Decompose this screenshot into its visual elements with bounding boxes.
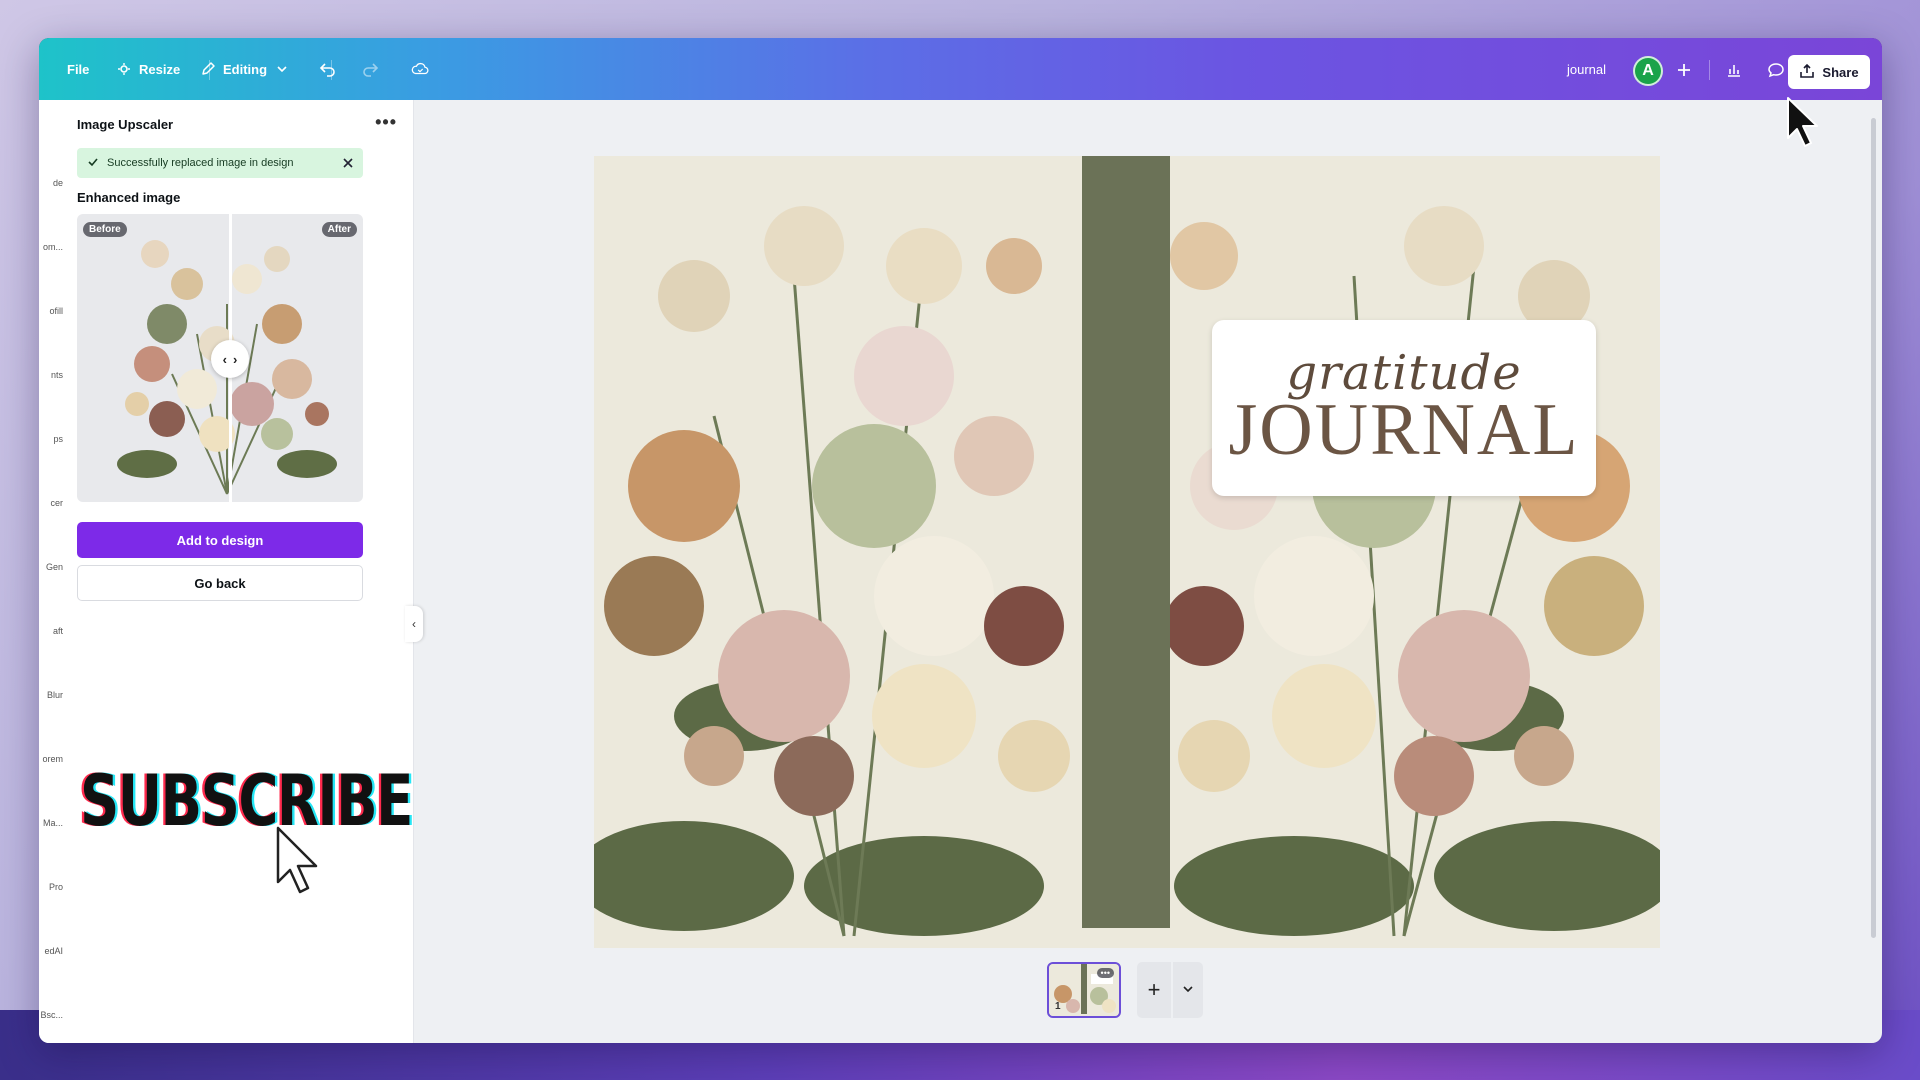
rail-item[interactable]: om... <box>39 242 63 252</box>
rail-item[interactable]: cer <box>39 498 63 508</box>
resize-icon <box>115 60 133 78</box>
rail-item[interactable]: de <box>39 178 63 188</box>
rail-item[interactable]: Bsc... <box>39 1010 63 1020</box>
redo-button[interactable] <box>361 38 379 100</box>
panel-more-button[interactable]: ••• <box>375 112 397 133</box>
upscaler-panel: Image Upscaler ••• Successfully replaced… <box>63 100 414 1043</box>
document-title[interactable]: journal <box>1567 38 1606 100</box>
file-menu[interactable]: File <box>67 38 89 100</box>
avatar-initial: A <box>1642 62 1654 79</box>
toast-message: Successfully replaced image in design <box>107 157 294 169</box>
plus-icon <box>1677 63 1691 80</box>
design-page[interactable]: gratitude JOURNAL <box>594 156 1660 948</box>
redo-icon <box>361 60 379 78</box>
close-icon[interactable] <box>343 156 353 171</box>
editing-mode-dropdown[interactable]: Editing <box>199 38 291 100</box>
add-page-button[interactable]: + <box>1137 962 1171 1018</box>
rail-item[interactable]: nts <box>39 370 63 380</box>
thumbnail-more-button[interactable]: ••• <box>1096 968 1114 978</box>
rail-item[interactable]: Blur <box>39 690 63 700</box>
before-after-comparison[interactable]: Before After ‹ › <box>77 214 363 502</box>
page-thumbnail[interactable]: 1 ••• <box>1047 962 1121 1018</box>
undo-icon <box>319 60 337 78</box>
enhanced-image-label: Enhanced image <box>77 190 181 205</box>
side-rail: de om... ofill nts ps cer Gen aft Blur o… <box>39 100 63 1043</box>
cloud-sync-icon <box>411 60 429 78</box>
resize-button[interactable]: Resize <box>115 38 180 100</box>
rail-item[interactable]: Ma... <box>39 818 63 828</box>
rail-item[interactable]: Gen <box>39 562 63 572</box>
comparison-slider-handle[interactable]: ‹ › <box>211 340 249 378</box>
analytics-icon <box>1726 62 1742 81</box>
title-main-text[interactable]: JOURNAL <box>1228 393 1579 467</box>
rail-item[interactable]: aft <box>39 626 63 636</box>
chevron-right-icon: › <box>233 351 238 367</box>
rail-item[interactable]: Pro <box>39 882 63 892</box>
title-card[interactable]: gratitude JOURNAL <box>1212 320 1596 496</box>
comment-icon <box>1767 62 1785 81</box>
invite-button[interactable] <box>1669 56 1699 86</box>
top-toolbar: File Resize Editing journal A Share <box>39 38 1882 100</box>
before-badge: Before <box>83 222 127 237</box>
mouse-pointer-icon <box>1785 96 1821 155</box>
chevron-left-icon: ‹ <box>412 617 416 631</box>
document-title-text: journal <box>1567 61 1607 77</box>
upload-icon <box>1799 63 1815 82</box>
add-to-design-button[interactable]: Add to design <box>77 522 363 558</box>
page-options-button[interactable] <box>1173 962 1203 1018</box>
insights-button[interactable] <box>1719 56 1749 86</box>
chevron-left-icon: ‹ <box>222 351 227 367</box>
comments-button[interactable] <box>1761 56 1791 86</box>
resize-label: Resize <box>139 61 181 77</box>
success-toast: Successfully replaced image in design <box>77 148 363 178</box>
after-badge: After <box>321 222 357 237</box>
chevron-down-icon <box>273 60 291 78</box>
go-back-button[interactable]: Go back <box>77 565 363 601</box>
canvas-scrollbar[interactable] <box>1871 118 1876 938</box>
pencil-icon <box>199 60 217 78</box>
collapse-panel-button[interactable]: ‹ <box>405 606 423 642</box>
rail-item[interactable]: ofill <box>39 306 63 316</box>
cloud-sync-button[interactable] <box>411 38 429 100</box>
share-button[interactable]: Share <box>1788 55 1870 89</box>
mouse-cursor-icon <box>274 826 322 903</box>
subscribe-overlay-text: SUBSCRIBE <box>80 760 413 842</box>
avatar[interactable]: A <box>1633 56 1663 86</box>
rail-item[interactable]: ps <box>39 434 63 444</box>
share-label: Share <box>1822 64 1859 80</box>
toolbar-divider <box>1709 60 1710 80</box>
chevron-down-icon <box>1182 983 1194 998</box>
rail-item[interactable]: orem <box>39 754 63 764</box>
check-icon <box>87 156 99 171</box>
file-label: File <box>67 61 90 77</box>
rail-item[interactable]: edAI <box>39 946 63 956</box>
undo-button[interactable] <box>319 38 337 100</box>
panel-title: Image Upscaler <box>77 117 174 132</box>
book-spine[interactable] <box>1082 156 1170 928</box>
editing-label: Editing <box>223 61 268 77</box>
page-number: 1 <box>1055 1001 1061 1012</box>
